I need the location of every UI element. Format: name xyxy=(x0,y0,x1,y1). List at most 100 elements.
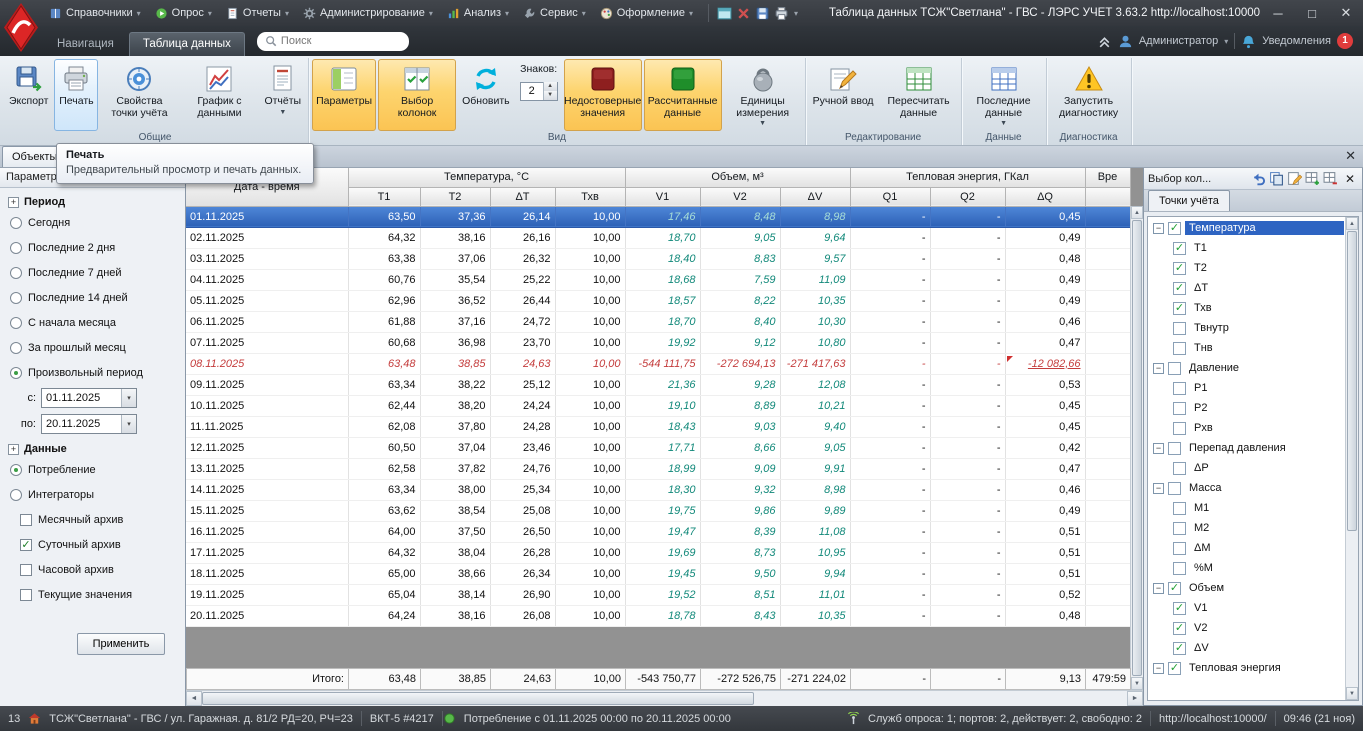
date-from-select[interactable]: 01.11.2025 ▾ xyxy=(41,388,137,408)
ribbon-button[interactable]: Печать xyxy=(54,59,98,131)
digits-spinner[interactable]: Знаков:2▲▼ xyxy=(516,59,562,131)
table-row[interactable]: 09.11.202563,3438,2225,1210,0021,369,281… xyxy=(186,374,1130,395)
close-panel-icon[interactable]: ✕ xyxy=(1342,172,1358,186)
tree-item[interactable]: Рхв xyxy=(1149,418,1344,438)
checkbox-icon[interactable] xyxy=(1173,562,1186,575)
column-header[interactable]: ΔQ xyxy=(1005,187,1085,206)
collapse-icon[interactable]: − xyxy=(1153,223,1164,234)
qat-view-icon[interactable] xyxy=(717,6,732,21)
user-menu[interactable]: Администратор xyxy=(1139,35,1218,47)
checkbox-icon[interactable]: ✓ xyxy=(1173,622,1186,635)
ribbon-button[interactable]: Экспорт xyxy=(5,59,52,131)
table-row[interactable]: 15.11.202563,6238,5425,0810,0019,759,869… xyxy=(186,500,1130,521)
table-row[interactable]: 17.11.202564,3238,0426,2810,0019,698,731… xyxy=(186,542,1130,563)
horizontal-scrollbar[interactable]: ◄ ► xyxy=(186,690,1143,706)
scroll-up-icon[interactable]: ▲ xyxy=(1131,206,1143,219)
column-header[interactable]: Q1 xyxy=(850,187,930,206)
tree-item[interactable]: −✓Объем xyxy=(1149,578,1344,598)
tree-item[interactable]: M2 xyxy=(1149,518,1344,538)
status-server-address[interactable]: http://localhost:10000/ xyxy=(1151,706,1275,731)
ribbon-button[interactable]: Единицы измерения▼ xyxy=(724,59,802,131)
checkbox-icon[interactable]: ✓ xyxy=(1168,662,1181,675)
copy-icon[interactable] xyxy=(1269,171,1284,186)
tree-item[interactable]: P1 xyxy=(1149,378,1344,398)
close-button[interactable]: ✕ xyxy=(1329,0,1363,26)
table-row[interactable]: 20.11.202564,2438,1626,0810,0018,788,431… xyxy=(186,605,1130,626)
archive-option[interactable]: ✓Суточный архив xyxy=(6,532,179,557)
ribbon-button[interactable]: Отчёты▼ xyxy=(260,59,305,131)
ribbon-button[interactable]: Пересчитать данные xyxy=(880,59,958,131)
checkbox-icon[interactable]: ✓ xyxy=(1173,242,1186,255)
tab-metering-points[interactable]: Точки учёта xyxy=(1148,190,1230,211)
tree-item[interactable]: ✓T2 xyxy=(1149,258,1344,278)
tree-item[interactable]: −Масса xyxy=(1149,478,1344,498)
table-row[interactable]: 19.11.202565,0438,1426,9010,0019,528,511… xyxy=(186,584,1130,605)
ribbon-button[interactable]: Запустить диагностику xyxy=(1050,59,1128,131)
period-option[interactable]: Произвольный период xyxy=(6,360,179,385)
tree-item[interactable]: ✓V1 xyxy=(1149,598,1344,618)
tree-item[interactable]: Твнутр xyxy=(1149,318,1344,338)
tree-item[interactable]: ✓T1 xyxy=(1149,238,1344,258)
table-row[interactable]: 11.11.202562,0837,8024,2810,0018,439,039… xyxy=(186,416,1130,437)
tree-item[interactable]: M1 xyxy=(1149,498,1344,518)
archive-option[interactable]: Текущие значения xyxy=(6,582,179,607)
checkbox-icon[interactable] xyxy=(1173,542,1186,555)
table-row[interactable]: 14.11.202563,3438,0025,3410,0018,309,328… xyxy=(186,479,1130,500)
checkbox-icon[interactable] xyxy=(1173,402,1186,415)
chevron-down-icon[interactable]: ▾ xyxy=(121,389,136,407)
menu-item[interactable]: Анализ▾ xyxy=(440,0,516,26)
maximize-button[interactable]: □ xyxy=(1295,0,1329,26)
period-option[interactable]: За прошлый месяц xyxy=(6,335,179,360)
scroll-down-icon[interactable]: ▼ xyxy=(1346,687,1358,700)
checkbox-icon[interactable] xyxy=(1168,442,1181,455)
tree-item[interactable]: ✓ΔT xyxy=(1149,278,1344,298)
tree-item[interactable]: −✓Температура xyxy=(1149,218,1344,238)
tree-item[interactable]: ✓V2 xyxy=(1149,618,1344,638)
column-header[interactable]: T1 xyxy=(348,187,420,206)
collapse-ribbon-icon[interactable] xyxy=(1097,34,1112,49)
ribbon-button[interactable]: Ручной ввод xyxy=(809,59,878,131)
ribbon-button[interactable]: Выбор колонок xyxy=(378,59,456,131)
data-option[interactable]: Интеграторы xyxy=(6,482,179,507)
undo-icon[interactable] xyxy=(1251,171,1266,186)
scroll-thumb[interactable] xyxy=(1347,231,1357,531)
checkbox-icon[interactable]: ✓ xyxy=(1173,262,1186,275)
search-box[interactable] xyxy=(257,32,409,51)
scroll-left-icon[interactable]: ◄ xyxy=(186,691,202,706)
menu-item[interactable]: Опрос▾ xyxy=(148,0,219,26)
table-row[interactable]: 16.11.202564,0037,5026,5010,0019,478,391… xyxy=(186,521,1130,542)
column-header[interactable]: V1 xyxy=(625,187,700,206)
notifications-badge[interactable]: 1 xyxy=(1337,33,1353,49)
table-row[interactable]: 01.11.202563,5037,3626,1410,0017,468,488… xyxy=(186,206,1130,227)
tree-item[interactable]: −Давление xyxy=(1149,358,1344,378)
checkbox-icon[interactable]: ✓ xyxy=(1173,642,1186,655)
tree-item[interactable]: Тнв xyxy=(1149,338,1344,358)
table-row[interactable]: 13.11.202562,5837,8224,7610,0018,999,099… xyxy=(186,458,1130,479)
checkbox-icon[interactable] xyxy=(1173,382,1186,395)
tree-item[interactable]: ✓ΔV xyxy=(1149,638,1344,658)
ribbon-button[interactable]: Параметры xyxy=(312,59,376,131)
qat-close-icon[interactable] xyxy=(736,6,751,21)
tree-scrollbar[interactable]: ▲ ▼ xyxy=(1345,217,1358,700)
tree-item[interactable]: −✓Тепловая энергия xyxy=(1149,658,1344,678)
status-object[interactable]: ТСЖ"Светлана" - ГВС / ул. Гаражная. д. 8… xyxy=(41,706,361,731)
ribbon-button[interactable]: Свойства точки учёта xyxy=(100,59,178,131)
column-header[interactable]: Q2 xyxy=(930,187,1005,206)
menu-item[interactable]: Администрирование▾ xyxy=(296,0,440,26)
expand-data-icon[interactable]: + xyxy=(8,444,19,455)
date-to-select[interactable]: 20.11.2025 ▾ xyxy=(41,414,137,434)
checkbox-icon[interactable] xyxy=(1173,462,1186,475)
table-row[interactable]: 07.11.202560,6836,9823,7010,0019,929,121… xyxy=(186,332,1130,353)
table-row[interactable]: 03.11.202563,3837,0626,3210,0018,408,839… xyxy=(186,248,1130,269)
ribbon-button[interactable]: Последние данные▼ xyxy=(965,59,1043,131)
collapse-icon[interactable]: − xyxy=(1153,663,1164,674)
close-document-icon[interactable]: ✕ xyxy=(1345,148,1356,164)
scroll-thumb[interactable] xyxy=(202,692,754,705)
toolbar-more-icon[interactable]: ▾ xyxy=(794,9,798,18)
table-row[interactable]: 10.11.202562,4438,2024,2410,0019,108,891… xyxy=(186,395,1130,416)
period-option[interactable]: Последние 14 дней xyxy=(6,285,179,310)
data-option[interactable]: Потребление xyxy=(6,457,179,482)
qat-save-icon[interactable] xyxy=(755,6,770,21)
spinner-box[interactable]: 2▲▼ xyxy=(520,82,558,101)
spinner-up-icon[interactable]: ▲ xyxy=(544,82,557,91)
